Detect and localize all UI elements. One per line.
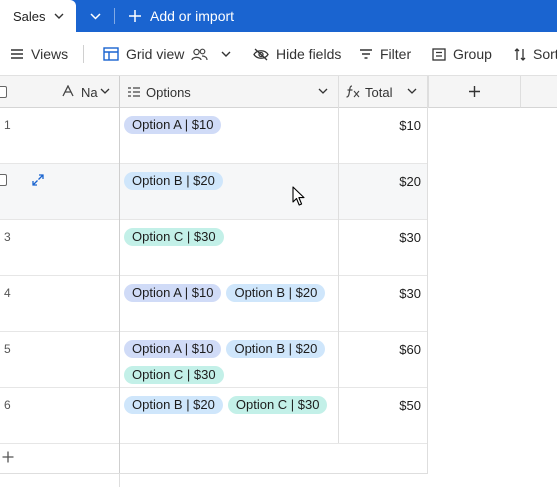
group-label: Group [453,46,492,62]
chevron-down-icon[interactable] [100,88,110,95]
option-pill: Option B | $20 [124,396,223,414]
plus-icon [128,9,142,23]
total-cell[interactable]: $60 [399,342,421,357]
text-field-icon [62,85,74,97]
option-pill: Option A | $10 [124,340,222,358]
option-pill: Option C | $30 [124,366,224,384]
formula-icon [345,85,361,98]
group-button[interactable]: Group [432,32,492,76]
chevron-down-icon[interactable] [54,13,64,20]
total-cell[interactable]: $30 [399,230,421,245]
grid-view-button[interactable]: Grid view [103,32,231,76]
row-number: 1 [4,118,11,132]
sort-button[interactable]: Sort [514,32,557,76]
records-grid: Na Options Total 1 Option A | $10 $10 Optio… [0,76,557,487]
filter-label: Filter [380,46,412,62]
add-record-row[interactable] [0,443,428,474]
column-header-options[interactable]: Options [120,76,338,108]
hide-fields-button[interactable]: Hide fields [253,32,341,76]
column-header-options-label: Options [146,85,191,100]
hamburger-icon [10,48,24,60]
row-number: 4 [4,286,11,300]
table-row[interactable]: 4 Option A | $10 Option B | $20 $30 [0,276,428,332]
option-pill: Option B | $20 [226,284,326,302]
sort-label: Sort [533,46,557,62]
select-all-checkbox[interactable] [0,86,7,98]
total-cell[interactable]: $30 [399,286,421,301]
grid-view-label: Grid view [126,46,185,62]
option-pill: Option C | $30 [124,228,224,246]
table-row[interactable]: 5 Option A | $10 Option B | $20 Option C | … [0,332,428,388]
divider [83,45,84,63]
table-row[interactable]: 1 Option A | $10 $10 [0,108,428,164]
group-icon [432,47,446,61]
header-filler [521,76,557,108]
divider [119,474,120,487]
add-or-import-label: Add or import [150,8,235,24]
add-field-button[interactable] [428,76,521,108]
chevron-down-icon[interactable] [407,88,417,95]
filter-icon [359,48,373,60]
divider [119,76,120,474]
expand-record-icon[interactable] [32,174,44,186]
views-label: Views [31,46,69,62]
column-header-name-label: Na [81,85,98,100]
total-cell[interactable]: $20 [399,174,421,189]
table-row[interactable]: 6 Option B | $20 Option C | $30 $50 [0,388,428,444]
people-icon [191,48,208,61]
column-header-name[interactable]: Na [0,76,120,108]
divider [427,76,428,474]
row-number: 5 [4,342,11,356]
mouse-cursor-icon [292,186,305,206]
option-pill: Option B | $20 [124,172,223,190]
chevron-down-icon[interactable] [221,51,231,58]
options-cell[interactable]: Option C | $30 [124,228,334,246]
tab-sales-label: Sales [13,8,46,24]
divider [338,76,339,443]
sort-icon [514,47,526,61]
table-tab-bar: Sales Add or import [0,0,557,32]
eye-slash-icon [253,48,269,61]
table-row[interactable]: 3 Option C | $30 $30 [0,220,428,276]
options-cell[interactable]: Option B | $20 Option C | $30 [124,396,334,414]
options-cell[interactable]: Option A | $10 Option B | $20 [124,284,334,302]
table-row[interactable]: Option B | $20 $20 [0,164,428,220]
column-header-total[interactable]: Total [338,76,428,108]
chevron-down-icon [89,12,101,20]
plus-icon [2,451,14,463]
tabs-menu-button[interactable] [84,0,106,32]
multiselect-icon [127,86,141,98]
option-pill: Option A | $10 [124,284,222,302]
row-number: 6 [4,398,11,412]
grid-icon [103,47,119,61]
divider [114,8,115,24]
view-toolbar: Views Grid view Hide fields Filter Group [0,32,557,76]
options-cell[interactable]: Option A | $10 Option B | $20 Option C | $… [124,340,334,384]
column-header-total-label: Total [365,85,393,100]
row-number: 3 [4,230,11,244]
total-cell[interactable]: $10 [399,118,421,133]
filter-button[interactable]: Filter [359,32,411,76]
plus-icon [468,85,481,98]
chevron-down-icon[interactable] [318,88,328,95]
options-cell[interactable]: Option A | $10 [124,116,334,134]
option-pill: Option B | $20 [226,340,326,358]
option-pill: Option A | $10 [124,116,222,134]
tab-sales[interactable]: Sales [0,0,76,32]
row-checkbox[interactable] [0,174,7,186]
total-cell[interactable]: $50 [399,398,421,413]
hide-fields-label: Hide fields [276,46,342,62]
option-pill: Option C | $30 [227,396,328,414]
views-button[interactable]: Views [10,32,68,76]
add-or-import-button[interactable]: Add or import [128,0,234,32]
